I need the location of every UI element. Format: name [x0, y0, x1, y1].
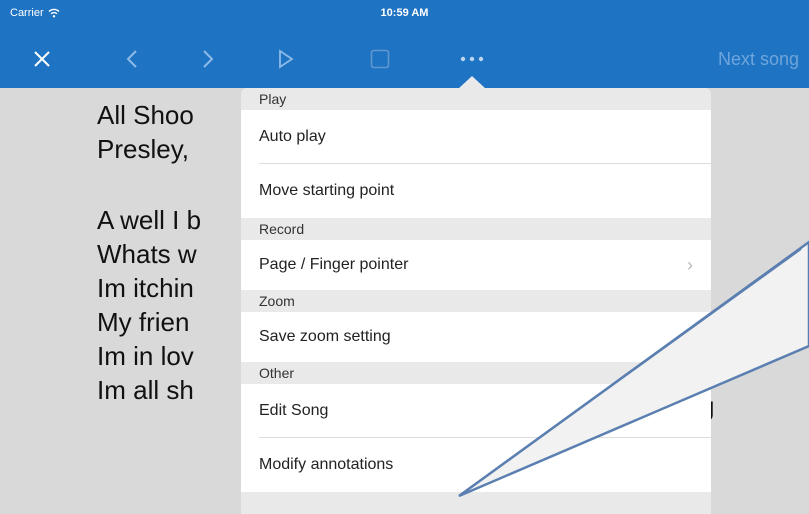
lyrics-text: All Shoo Presley, A well I b Whats w Im … — [97, 98, 201, 407]
lyric-line: Im itchin — [97, 273, 194, 303]
stop-button[interactable] — [365, 30, 395, 88]
menu-item-edit-song[interactable]: Edit Song — [241, 384, 711, 438]
lyric-line: A well I b — [97, 205, 202, 235]
more-icon — [460, 56, 484, 62]
menu-item-save-zoom-setting[interactable]: Save zoom setting — [241, 312, 711, 362]
close-button[interactable] — [27, 30, 57, 88]
forward-icon — [203, 50, 214, 68]
menu-item-label: Page / Finger pointer — [259, 256, 409, 273]
lyric-line: Im in lov — [97, 341, 194, 371]
section-header-zoom: Zoom — [241, 290, 711, 312]
toolbar: Next song — [0, 30, 809, 88]
play-icon — [279, 49, 294, 69]
lyric-line: All Shoo — [97, 100, 194, 130]
close-icon — [34, 51, 50, 67]
section-header-other: Other — [241, 362, 711, 384]
status-bar: Carrier 10:59 AM — [0, 0, 809, 30]
lyric-line: Presley, — [97, 134, 189, 164]
lyric-line: My frien — [97, 307, 190, 337]
lyric-line — [97, 166, 201, 203]
stop-icon — [370, 49, 390, 69]
menu-item-page-finger-pointer[interactable]: Page / Finger pointer › — [241, 240, 711, 290]
section-header-record: Record — [241, 218, 711, 240]
menu-item-move-starting-point[interactable]: Move starting point — [241, 164, 711, 218]
chevron-right-icon: › — [687, 255, 693, 275]
menu-item-modify-annotations[interactable]: Modify annotations — [241, 438, 711, 492]
back-button[interactable] — [117, 30, 147, 88]
back-icon — [126, 50, 137, 68]
forward-button[interactable] — [193, 30, 223, 88]
next-song-button[interactable]: Next song — [718, 30, 799, 88]
menu-item-auto-play[interactable]: Auto play — [241, 110, 711, 164]
lyric-line: Whats w — [97, 239, 197, 269]
status-time: 10:59 AM — [380, 7, 429, 19]
section-header-play: Play — [241, 88, 711, 110]
options-popover-menu: Play Auto play Move starting point Recor… — [241, 88, 711, 514]
play-button[interactable] — [271, 30, 301, 88]
lyric-line: Im all sh — [97, 375, 194, 405]
